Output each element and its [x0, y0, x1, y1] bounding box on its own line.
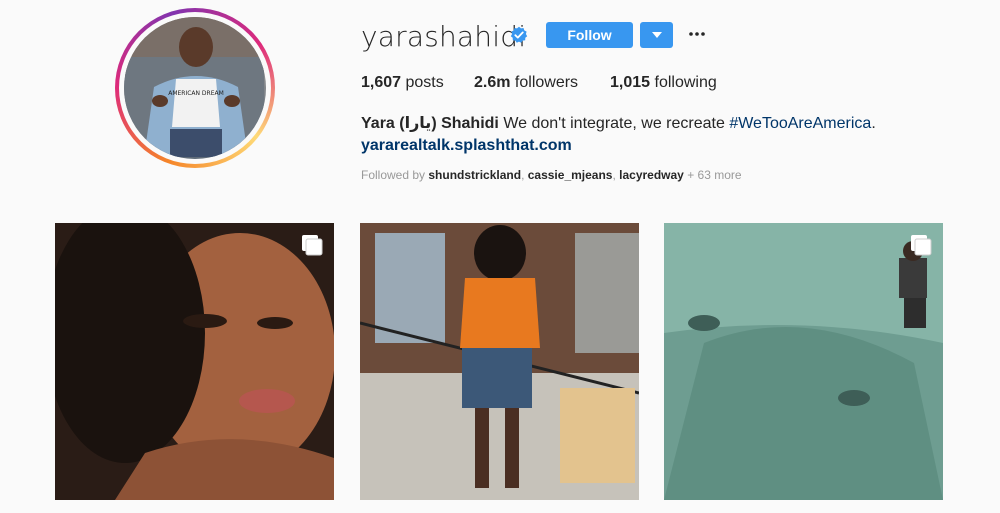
followed-by-user-link[interactable]: cassie_mjeans [528, 168, 613, 182]
avatar-frame: AMERICAN DREAM [119, 12, 271, 164]
posts-count: 1,607 [361, 74, 402, 91]
post-thumbnail[interactable] [360, 223, 639, 500]
followers-label: followers [514, 74, 579, 91]
avatar-shirt-text: AMERICAN DREAM [168, 90, 224, 97]
post-image-statue [664, 223, 943, 500]
bio-hashtag-link[interactable]: #WeTooAreAmerica [729, 115, 871, 132]
followed-by-more[interactable]: + 63 more [687, 168, 741, 182]
profile-username: yarashahidi [361, 20, 527, 53]
profile-full-name: Yara (يارا) Shahidi [361, 115, 499, 132]
posts-stat: 1,607 posts [361, 74, 474, 92]
bio-text: We don't integrate, we recreate [503, 115, 725, 132]
chevron-down-icon [651, 32, 662, 38]
profile-avatar-ring[interactable]: AMERICAN DREAM [115, 8, 275, 168]
verified-badge-icon [510, 26, 528, 43]
ellipsis-icon [689, 32, 705, 36]
followers-stat[interactable]: 2.6m followers [474, 74, 610, 92]
posts-label: posts [405, 74, 444, 91]
carousel-multi-icon [911, 235, 932, 256]
profile-stats: 1,607 posts 2.6m followers 1,015 followi… [361, 74, 717, 92]
following-stat[interactable]: 1,015 following [610, 74, 717, 92]
following-label: following [654, 74, 717, 91]
carousel-multi-icon [302, 235, 323, 256]
avatar-photo: AMERICAN DREAM [124, 17, 264, 157]
avatar[interactable]: AMERICAN DREAM [124, 17, 266, 159]
followed-by-prefix: Followed by [361, 168, 426, 182]
followed-by-row: Followed by shundstrickland, cassie_mjea… [361, 168, 742, 182]
followers-count: 2.6m [474, 74, 511, 91]
profile-bio: Yara (يارا) Shahidi We don't integrate, … [361, 113, 921, 157]
post-image-selfie [55, 223, 334, 500]
follow-button[interactable]: Follow [546, 22, 633, 48]
following-count: 1,015 [610, 74, 651, 91]
followed-by-user-link[interactable]: shundstrickland [428, 168, 521, 182]
post-thumbnail[interactable] [55, 223, 334, 500]
post-thumbnail[interactable] [664, 223, 943, 500]
bio-website-link[interactable]: yararealtalk.splashthat.com [361, 135, 921, 157]
suggestions-dropdown-button[interactable] [640, 22, 673, 48]
post-image-street [360, 223, 639, 500]
bio-suffix: . [871, 115, 876, 132]
more-options-button[interactable] [685, 20, 709, 48]
followed-by-user-link[interactable]: lacyredway [619, 168, 684, 182]
